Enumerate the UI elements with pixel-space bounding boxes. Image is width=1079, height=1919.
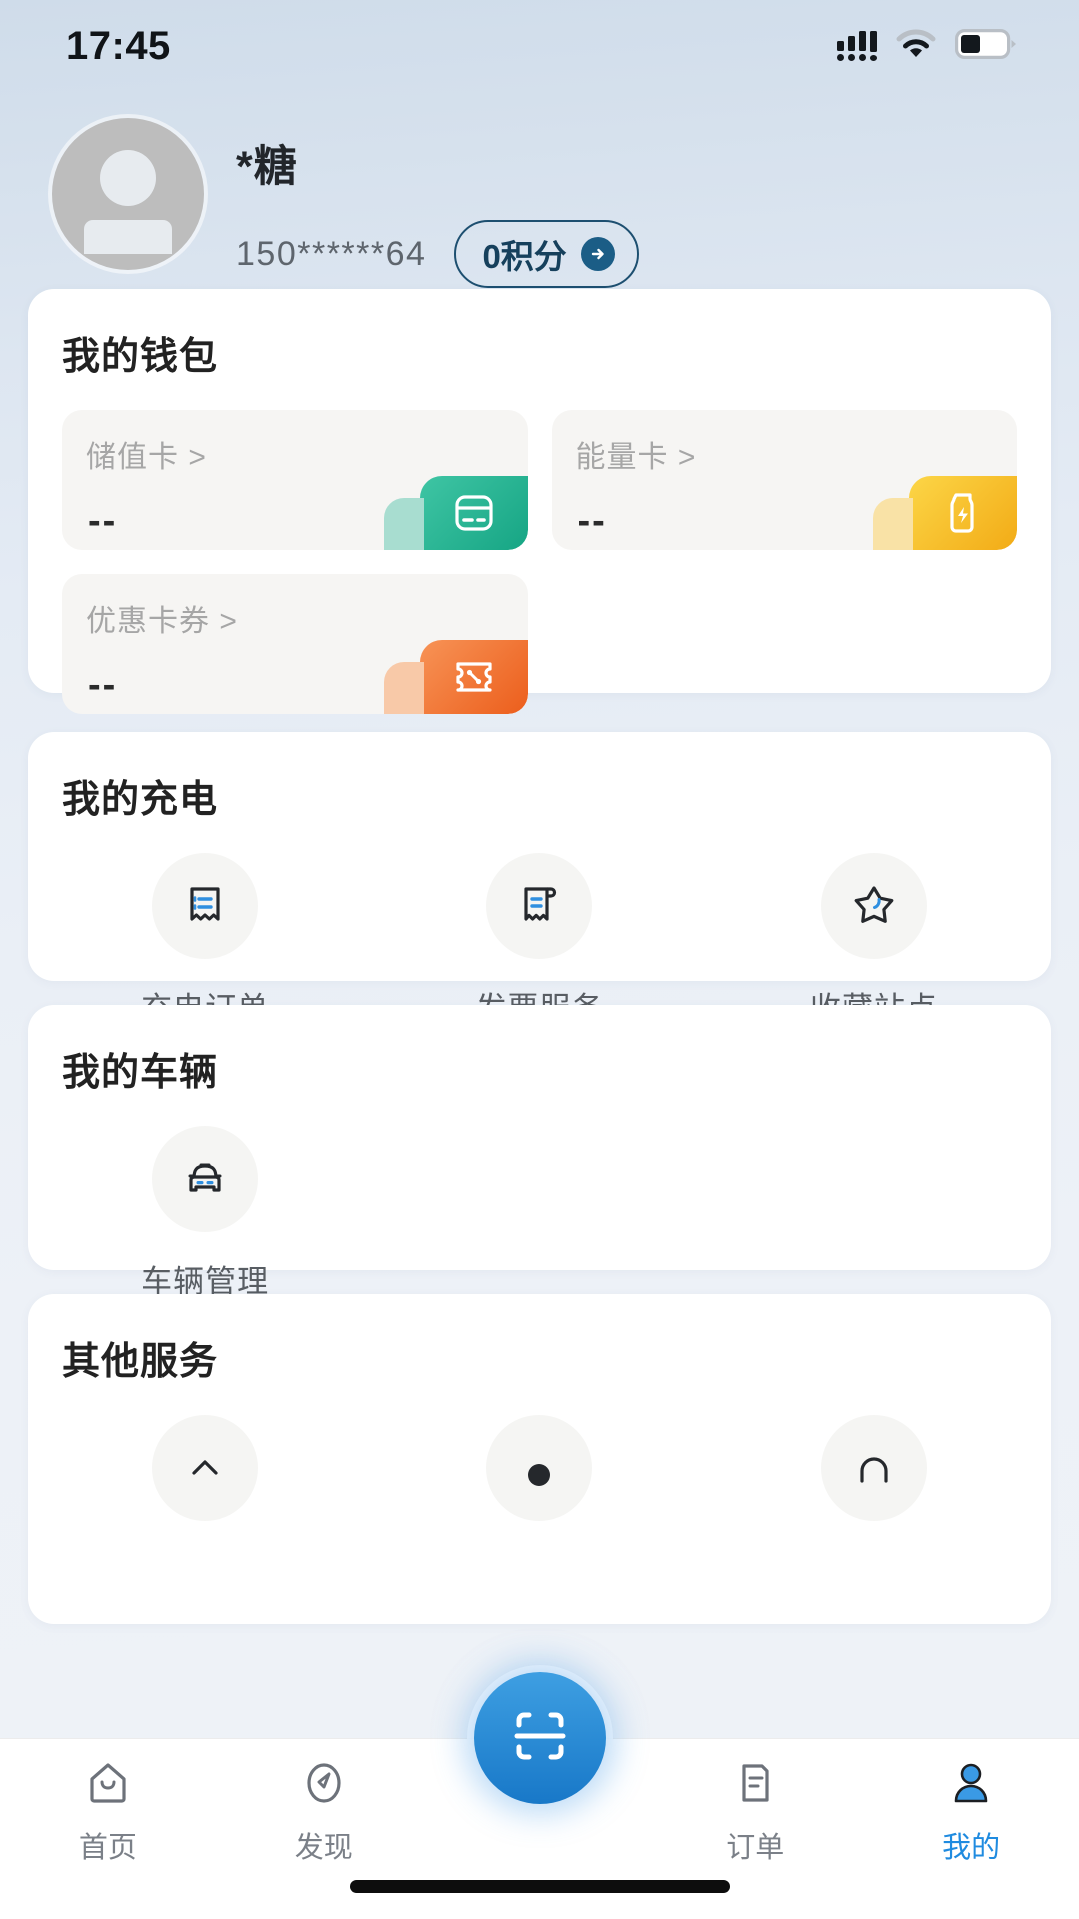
- home-icon: [82, 1757, 134, 1814]
- other-services-item-1[interactable]: [38, 1415, 372, 1545]
- page-root: 17:45 *糖 150******64 0积分 我的钱包 储值卡 > -- 能…: [0, 0, 1079, 1919]
- vehicle-title: 我的车辆: [62, 1052, 219, 1094]
- receipt-list-icon: [152, 853, 259, 959]
- scan-qr-icon: [507, 1703, 573, 1774]
- other-services-item-2[interactable]: [372, 1415, 706, 1545]
- star-favorite-icon: [820, 853, 927, 959]
- wallet-title: 我的钱包: [62, 336, 219, 378]
- profile-meta-row: 150******64 0积分: [236, 220, 639, 288]
- wallet-section: 我的钱包 储值卡 > -- 能量卡 > -- 优惠卡券 > --: [28, 289, 1051, 714]
- nav-item-label: 我的: [942, 1832, 1001, 1864]
- home-indicator: [349, 1880, 730, 1893]
- arrow-right-circle-icon: [580, 237, 615, 271]
- wallet-card-grid: 储值卡 > -- 能量卡 > -- 优惠卡券 > --: [28, 380, 1051, 714]
- charging-item-grid: 充电订单 发票服务: [28, 823, 1051, 1028]
- nav-item-label: 订单: [726, 1832, 785, 1864]
- compass-discover-icon: [298, 1757, 350, 1814]
- charging-section: 我的充电 充电订单: [28, 732, 1051, 1026]
- wallet-card-coupon[interactable]: 优惠卡券 > --: [62, 574, 528, 714]
- vehicle-item-management[interactable]: 车辆管理: [38, 1126, 372, 1301]
- nav-item-discover[interactable]: 发现: [216, 1757, 432, 1866]
- other-services-title: 其他服务: [62, 1341, 219, 1383]
- profile-header[interactable]: *糖 150******64 0积分: [0, 118, 1079, 288]
- wallet-card-label: 储值卡 >: [86, 441, 207, 474]
- wallet-card-energy[interactable]: 能量卡 > --: [551, 410, 1017, 550]
- other-services-item-grid: [28, 1385, 1051, 1545]
- default-avatar-icon[interactable]: [52, 118, 204, 270]
- service-item-icon: [152, 1415, 259, 1521]
- charging-item-favorites[interactable]: 收藏站点: [707, 853, 1041, 1028]
- service-item-icon: [486, 1415, 593, 1521]
- other-services-section: 其他服务: [28, 1294, 1051, 1624]
- nav-item-label: 发现: [294, 1832, 353, 1864]
- points-badge[interactable]: 0积分: [454, 220, 639, 288]
- energy-card-icon: [873, 476, 1017, 550]
- status-bar: 17:45: [0, 0, 1079, 92]
- signal-bars-icon: [837, 31, 877, 61]
- charging-item-orders[interactable]: 充电订单: [38, 853, 372, 1028]
- vehicle-section: 我的车辆 车辆管理: [28, 1005, 1051, 1299]
- nav-item-home[interactable]: 首页: [0, 1757, 216, 1866]
- charging-item-invoice[interactable]: 发票服务: [372, 853, 706, 1028]
- charging-title: 我的充电: [62, 779, 219, 821]
- user-profile-icon: [945, 1757, 997, 1814]
- profile-name: *糖: [236, 143, 298, 191]
- status-bar-icons: [837, 28, 1017, 64]
- status-bar-clock: 17:45: [66, 23, 171, 68]
- other-services-item-3[interactable]: [707, 1415, 1041, 1545]
- wifi-icon: [896, 28, 936, 64]
- nav-item-orders[interactable]: 订单: [647, 1757, 863, 1866]
- nav-item-label: 首页: [78, 1832, 137, 1864]
- profile-phone: 150******64: [236, 234, 427, 273]
- vehicle-item-grid: 车辆管理: [28, 1096, 1051, 1301]
- service-item-icon: [820, 1415, 927, 1521]
- wallet-card-label: 优惠卡券 >: [86, 605, 238, 638]
- nav-item-profile[interactable]: 我的: [863, 1757, 1079, 1866]
- car-front-icon: [152, 1126, 259, 1232]
- stored-value-card-icon: [383, 476, 528, 550]
- invoice-scroll-icon: [486, 853, 593, 959]
- wallet-card-label: 能量卡 >: [575, 441, 697, 474]
- coupon-ticket-icon: [383, 640, 528, 714]
- profile-info: *糖 150******64 0积分: [236, 118, 639, 288]
- order-document-icon: [729, 1757, 781, 1814]
- scan-qr-button[interactable]: [473, 1672, 606, 1804]
- battery-icon: [955, 28, 1017, 64]
- points-label: 0积分: [482, 238, 567, 275]
- wallet-card-stored-value[interactable]: 储值卡 > --: [62, 410, 528, 550]
